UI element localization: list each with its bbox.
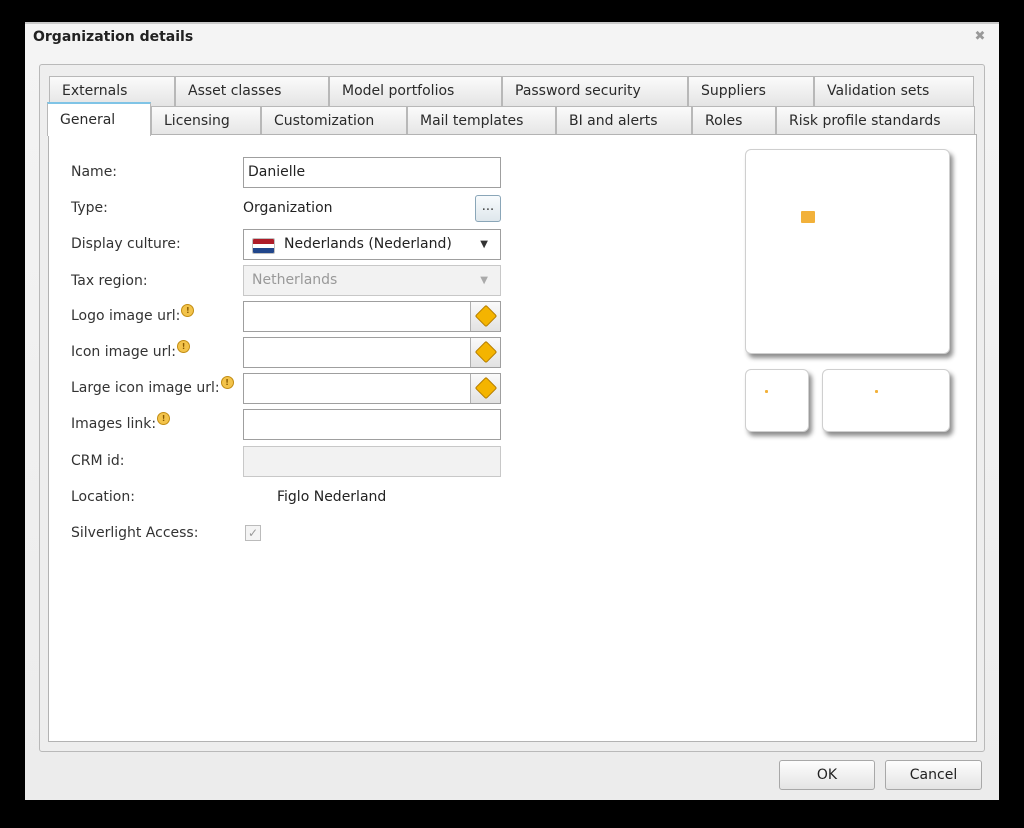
large-icon-image-url-label-text: Large icon image url: (71, 380, 220, 396)
browse-image-button[interactable] (470, 374, 500, 403)
tab-password-security[interactable]: Password security (502, 76, 688, 106)
chevron-down-icon: ▼ (480, 239, 488, 250)
tax-region-value: Netherlands (252, 272, 338, 288)
browse-image-button[interactable] (470, 302, 500, 331)
tab-label: Mail templates (420, 113, 524, 129)
tab-mail-templates[interactable]: Mail templates (407, 106, 556, 136)
logo-image-url-input[interactable] (243, 301, 501, 332)
tab-label: Password security (515, 83, 641, 99)
logo-image-url-label-text: Logo image url: (71, 308, 181, 324)
silverlight-access-checkbox[interactable]: ✓ (245, 525, 261, 541)
icon-preview (745, 369, 809, 432)
tab-roles[interactable]: Roles (692, 106, 776, 136)
name-input[interactable]: Danielle (243, 157, 501, 188)
tab-validation-sets[interactable]: Validation sets (814, 76, 974, 106)
large-icon-preview (822, 369, 950, 432)
tab-label: General (60, 112, 116, 128)
icon-image-url-label-text: Icon image url: (71, 344, 177, 360)
icon-image-url-input[interactable] (243, 337, 501, 368)
tab-general[interactable]: General (47, 102, 151, 136)
display-culture-value: Nederlands (Nederland) (284, 236, 452, 252)
type-picker-button[interactable]: ... (475, 195, 501, 222)
netherlands-flag-icon (252, 238, 275, 254)
info-icon[interactable]: ! (181, 304, 195, 317)
name-label: Name: (71, 164, 118, 180)
close-icon[interactable]: ✖ (973, 30, 987, 44)
chevron-down-icon: ▼ (480, 275, 488, 286)
logo-preview (745, 149, 950, 354)
location-value: Figlo Nederland (277, 489, 387, 505)
image-picker-icon (474, 304, 498, 328)
logo-image-url-label: Logo image url:! (71, 304, 195, 324)
tab-label: Licensing (164, 113, 230, 129)
info-icon[interactable]: ! (177, 340, 191, 353)
large-icon-image-url-input[interactable] (243, 373, 501, 404)
tab-asset-classes[interactable]: Asset classes (175, 76, 329, 106)
image-picker-icon (474, 340, 498, 364)
icon-preview-image (765, 390, 768, 393)
images-link-label: Images link:! (71, 412, 171, 432)
tab-label: Risk profile standards (789, 113, 941, 129)
silverlight-access-label: Silverlight Access: (71, 525, 199, 541)
tab-bi-and-alerts[interactable]: BI and alerts (556, 106, 692, 136)
type-value: Organization (243, 200, 333, 216)
tab-row-bottom: General Licensing Customization Mail tem… (47, 102, 975, 136)
tax-region-select: Netherlands ▼ (243, 265, 501, 296)
tab-label: Asset classes (188, 83, 282, 99)
info-icon[interactable]: ! (157, 412, 171, 425)
image-picker-icon (474, 376, 498, 400)
tab-licensing[interactable]: Licensing (151, 106, 261, 136)
type-label: Type: (71, 200, 108, 216)
tab-model-portfolios[interactable]: Model portfolios (329, 76, 502, 106)
name-input-value: Danielle (248, 164, 306, 180)
ok-button[interactable]: OK (779, 760, 875, 790)
tab-label: BI and alerts (569, 113, 658, 129)
crm-id-label: CRM id: (71, 453, 125, 469)
tax-region-label: Tax region: (71, 273, 148, 289)
tab-label: Externals (62, 83, 128, 99)
display-culture-label: Display culture: (71, 236, 181, 252)
display-culture-select[interactable]: Nederlands (Nederland) ▼ (243, 229, 501, 260)
tab-suppliers[interactable]: Suppliers (688, 76, 814, 106)
dialog-title: Organization details (33, 29, 194, 45)
large-icon-preview-image (875, 390, 878, 393)
tab-label: Roles (705, 113, 743, 129)
tab-customization[interactable]: Customization (261, 106, 407, 136)
tab-label: Suppliers (701, 83, 766, 99)
logo-preview-image (801, 211, 815, 223)
crm-id-input (243, 446, 501, 477)
browse-image-button[interactable] (470, 338, 500, 367)
tab-row-top: Externals Asset classes Model portfolios… (49, 76, 974, 106)
tab-label: Model portfolios (342, 83, 455, 99)
images-link-input[interactable] (243, 409, 501, 440)
tab-label: Validation sets (827, 83, 930, 99)
info-icon[interactable]: ! (220, 376, 234, 389)
cancel-button[interactable]: Cancel (885, 760, 982, 790)
images-link-label-text: Images link: (71, 416, 157, 432)
tab-label: Customization (274, 113, 375, 129)
icon-image-url-label: Icon image url:! (71, 340, 191, 360)
large-icon-image-url-label: Large icon image url:! (71, 376, 234, 396)
location-label: Location: (71, 489, 135, 505)
tab-risk-profile-standards[interactable]: Risk profile standards (776, 106, 975, 136)
